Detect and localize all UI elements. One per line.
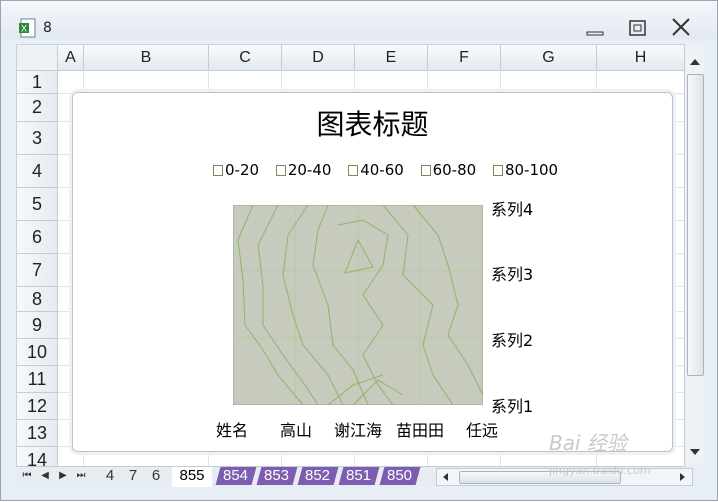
column-header-e[interactable]: E [355,45,428,71]
column-header-b[interactable]: B [84,45,209,71]
sheet-tab-active[interactable]: 855 [172,467,212,487]
row-header-2[interactable]: 2 [17,94,58,122]
series-axis-label: 系列2 [491,331,534,350]
series-axis-label: 系列4 [491,200,534,219]
row-header-14[interactable]: 14 [17,447,58,466]
series-axis-label: 系列3 [491,265,534,284]
worksheet-grid[interactable]: A B C D E F G H 1 2 3 4 5 6 7 8 9 10 11 … [16,44,685,467]
sheet-tab-label: 851 [346,467,372,484]
legend-item: 40-60 [348,161,404,179]
select-all-corner[interactable] [17,45,58,71]
sheet-tab[interactable]: 850 [379,467,421,485]
legend-swatch [348,165,359,176]
row-header-4[interactable]: 4 [17,155,58,188]
sheet-tab[interactable]: 853 [256,467,298,485]
legend-swatch [492,165,503,176]
vertical-scroll-thumb[interactable] [687,74,704,376]
restore-button[interactable] [625,15,653,41]
column-header-a[interactable]: A [58,45,84,71]
row-header-13[interactable]: 13 [17,420,58,447]
column-header-c[interactable]: C [209,45,282,71]
row-header-8[interactable]: 8 [17,287,58,312]
legend-swatch [275,165,286,176]
scroll-left-icon[interactable] [439,470,453,484]
row-header-5[interactable]: 5 [17,188,58,221]
legend-item: 80-100 [492,161,559,179]
row-header-3[interactable]: 3 [17,122,58,155]
legend-item: 20-40 [275,161,332,179]
legend-label: 40-60 [360,161,404,179]
legend-swatch [213,165,223,176]
category-axis-label: 谢江海 [334,421,383,440]
chart-title[interactable]: 图表标题 [73,103,672,143]
watermark-text: Bai 经验 [549,431,627,455]
sheet-tab[interactable]: 851 [338,467,380,485]
watermark: Bai 经验 jingyan.baidu.com [549,427,718,502]
sheet-tab[interactable]: 852 [297,467,339,485]
row-header-9[interactable]: 9 [17,312,58,339]
svg-text:X: X [21,24,27,34]
contour-plot-area[interactable] [233,205,483,405]
sheet-tab[interactable]: 4 [100,467,120,485]
window-title: 8 [43,20,52,36]
watermark-url: jingyan.baidu.com [549,464,651,477]
sheet-tab-label: 850 [387,467,413,484]
row-header-12[interactable]: 12 [17,393,58,420]
legend-item: 0-20 [213,161,259,179]
sheet-tab-label: 852 [305,467,331,484]
row-header-10[interactable]: 10 [17,339,58,366]
restore-icon [629,20,646,36]
scroll-up-icon[interactable] [685,52,705,72]
column-header-f[interactable]: F [428,45,501,71]
column-header-d[interactable]: D [282,45,355,71]
sheet-tab-label: 854 [223,467,249,484]
legend-item: 60-80 [420,161,477,179]
category-axis-label: 高山 [280,421,313,440]
minimize-icon [586,31,604,36]
sheet-tab-label: 853 [264,467,290,484]
title-bar: X 8 [1,1,717,39]
vertical-scrollbar[interactable] [684,44,705,465]
category-axis-label: 苗田田 [396,421,445,440]
legend-label: 20-40 [287,161,332,179]
row-header-11[interactable]: 11 [17,366,58,393]
prev-sheet-icon[interactable]: ◀ [38,469,52,483]
category-axis-label: 姓名 [216,421,249,440]
sheet-tab[interactable]: 6 [146,467,166,485]
legend-label: 60-80 [432,161,477,179]
column-header-h[interactable]: H [597,45,684,71]
row-header-1[interactable]: 1 [17,71,58,94]
category-axis-label: 任远 [466,421,499,440]
row-header-6[interactable]: 6 [17,221,58,254]
excel-icon: X [19,18,36,38]
chart-legend[interactable]: 0-20 20-40 40-60 60-80 80-100 [213,161,570,179]
series-axis-label: 系列1 [491,397,534,416]
legend-label: 0-20 [225,161,260,179]
excel-window: X 8 A B C D E F G H 1 2 3 4 5 6 7 8 9 10… [0,0,718,501]
sheet-tab[interactable]: 854 [215,467,257,485]
row-header-7[interactable]: 7 [17,254,58,287]
chart-object[interactable]: 图表标题 0-20 20-40 40-60 60-80 80-100 系列4 系… [72,92,673,452]
column-header-g[interactable]: G [501,45,597,71]
next-sheet-icon[interactable]: ▶ [56,469,70,483]
first-sheet-icon[interactable]: ⏮ [20,469,34,483]
minimize-button[interactable] [582,15,610,41]
legend-swatch [420,165,431,176]
legend-label: 80-100 [504,161,559,179]
close-icon [672,18,690,36]
close-button[interactable] [668,15,696,41]
sheet-tab[interactable]: 7 [123,467,143,485]
last-sheet-icon[interactable]: ⏭ [74,469,88,483]
